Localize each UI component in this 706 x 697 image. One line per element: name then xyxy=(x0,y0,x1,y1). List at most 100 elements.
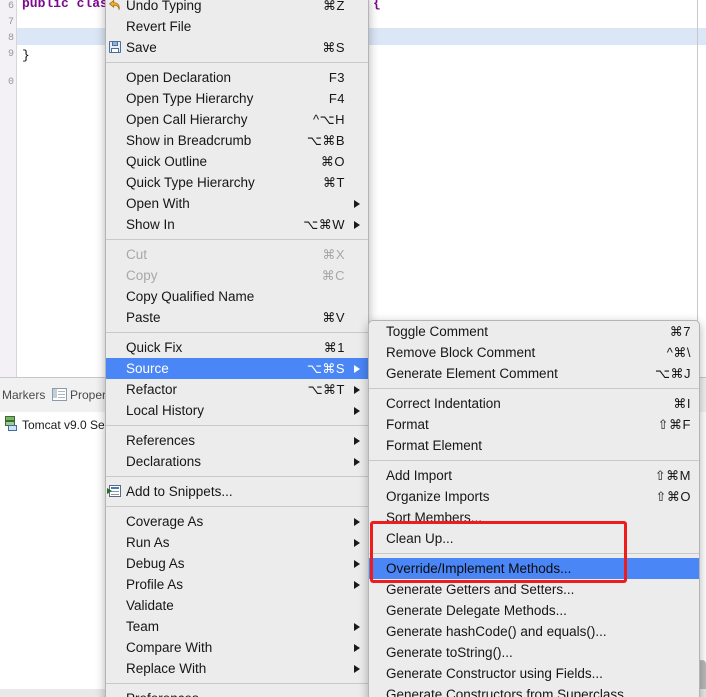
menu-item-label: Toggle Comment xyxy=(386,324,489,339)
chevron-right-icon xyxy=(354,385,360,394)
menu-item-label: Run As xyxy=(126,535,170,550)
menu-item-label: Correct Indentation xyxy=(386,396,501,411)
menu-separator xyxy=(106,239,368,240)
menu-item-copy[interactable]: Copy ⌘C xyxy=(106,265,368,286)
menu-item-label: Copy xyxy=(126,268,158,283)
menu-item-generate-hashcode-and-equals[interactable]: Generate hashCode() and equals()... xyxy=(369,621,699,642)
menu-item-shortcut: ⌘7 xyxy=(669,323,691,339)
menu-item-quick-fix[interactable]: Quick Fix ⌘1 xyxy=(106,337,368,358)
menu-item-shortcut: ⌥⌘W xyxy=(303,216,345,232)
menu-item-generate-constructor-using-fields[interactable]: Generate Constructor using Fields... xyxy=(369,663,699,684)
menu-item-profile-as[interactable]: Profile As xyxy=(106,574,368,595)
menu-item-copy-qualified-name[interactable]: Copy Qualified Name xyxy=(106,286,368,307)
menu-item-label: Format Element xyxy=(386,438,483,453)
server-entry-label[interactable]: Tomcat v9.0 Serv xyxy=(22,418,115,432)
line-number: 9 xyxy=(7,49,14,60)
line-number: 0 xyxy=(7,77,14,88)
menu-item-preferences[interactable]: Preferences... xyxy=(106,688,368,697)
menu-item-compare-with[interactable]: Compare With xyxy=(106,637,368,658)
menu-item-replace-with[interactable]: Replace With xyxy=(106,658,368,679)
menu-item-label: Generate toString()... xyxy=(386,645,513,660)
menu-item-revert-file[interactable]: Revert File xyxy=(106,16,368,37)
menu-item-generate-element-comment[interactable]: Generate Element Comment ⌥⌘J xyxy=(369,363,699,384)
menu-separator xyxy=(369,388,699,389)
menu-item-override-implement-methods[interactable]: Override/Implement Methods... xyxy=(369,558,699,579)
menu-item-label: Local History xyxy=(126,403,205,418)
menu-item-source[interactable]: Source ⌥⌘S xyxy=(106,358,368,379)
menu-item-generate-delegate-methods[interactable]: Generate Delegate Methods... xyxy=(369,600,699,621)
menu-item-shortcut: F4 xyxy=(328,91,345,106)
menu-item-team[interactable]: Team xyxy=(106,616,368,637)
menu-item-generate-constructors-from-superclass[interactable]: Generate Constructors from Superclass... xyxy=(369,684,699,697)
menu-item-generate-getters-and-setters[interactable]: Generate Getters and Setters... xyxy=(369,579,699,600)
menu-item-shortcut: ⌘S xyxy=(322,39,345,55)
menu-item-add-import[interactable]: Add Import ⇧⌘M xyxy=(369,465,699,486)
tab-properties[interactable]: Proper xyxy=(70,388,106,402)
chevron-right-icon xyxy=(354,436,360,445)
menu-item-open-declaration[interactable]: Open Declaration F3 xyxy=(106,67,368,88)
chevron-right-icon xyxy=(354,364,360,373)
tab-markers[interactable]: Markers xyxy=(2,388,45,402)
menu-item-label: Show in Breadcrumb xyxy=(126,133,252,148)
menu-item-shortcut: ⌘X xyxy=(322,246,345,262)
menu-separator xyxy=(106,476,368,477)
menu-item-undo-typing[interactable]: Undo Typing ⌘Z xyxy=(106,0,368,16)
source-submenu[interactable]: Toggle Comment ⌘7 Remove Block Comment ^⌘\ G… xyxy=(368,320,700,697)
server-icon xyxy=(4,416,18,431)
menu-item-label: References xyxy=(126,433,196,448)
menu-separator xyxy=(106,425,368,426)
menu-item-shortcut: ⇧⌘M xyxy=(654,467,691,483)
menu-item-declarations[interactable]: Declarations xyxy=(106,451,368,472)
menu-item-clean-up[interactable]: Clean Up... xyxy=(369,528,699,549)
menu-item-shortcut: ⌘1 xyxy=(323,339,345,355)
menu-item-coverage-as[interactable]: Coverage As xyxy=(106,511,368,532)
menu-item-label: Team xyxy=(126,619,160,634)
menu-item-references[interactable]: References xyxy=(106,430,368,451)
menu-item-save[interactable]: Save ⌘S xyxy=(106,37,368,58)
menu-item-sort-members[interactable]: Sort Members... xyxy=(369,507,699,528)
menu-item-label: Declarations xyxy=(126,454,202,469)
menu-item-toggle-comment[interactable]: Toggle Comment ⌘7 xyxy=(369,321,699,342)
menu-item-show-in[interactable]: Show In ⌥⌘W xyxy=(106,214,368,235)
menu-item-show-in-breadcrumb[interactable]: Show in Breadcrumb ⌥⌘B xyxy=(106,130,368,151)
menu-item-remove-block-comment[interactable]: Remove Block Comment ^⌘\ xyxy=(369,342,699,363)
menu-item-label: Quick Outline xyxy=(126,154,208,169)
menu-item-add-to-snippets[interactable]: Add to Snippets... xyxy=(106,481,368,502)
menu-item-format-element[interactable]: Format Element xyxy=(369,435,699,456)
menu-item-local-history[interactable]: Local History xyxy=(106,400,368,421)
screen-root: 6 7 8 9 0 public class ActionFilter exte… xyxy=(0,0,706,697)
menu-item-refactor[interactable]: Refactor ⌥⌘T xyxy=(106,379,368,400)
editor-context-menu[interactable]: Undo Typing ⌘Z Revert File Save ⌘S Open Decla… xyxy=(105,0,369,697)
menu-item-label: Open Declaration xyxy=(126,70,232,85)
menu-item-label: Generate Constructors from Superclass... xyxy=(386,687,636,697)
menu-item-generate-tostring[interactable]: Generate toString()... xyxy=(369,642,699,663)
menu-item-open-with[interactable]: Open With xyxy=(106,193,368,214)
menu-item-debug-as[interactable]: Debug As xyxy=(106,553,368,574)
menu-item-label: Refactor xyxy=(126,382,178,397)
menu-item-open-type-hierarchy[interactable]: Open Type Hierarchy F4 xyxy=(106,88,368,109)
menu-item-quick-type-hierarchy[interactable]: Quick Type Hierarchy ⌘T xyxy=(106,172,368,193)
menu-item-paste[interactable]: Paste ⌘V xyxy=(106,307,368,328)
chevron-right-icon xyxy=(354,664,360,673)
menu-separator xyxy=(369,460,699,461)
menu-item-label: Remove Block Comment xyxy=(386,345,536,360)
properties-icon xyxy=(52,388,67,401)
menu-item-label: Show In xyxy=(126,217,175,232)
editor-gutter: 6 7 8 9 0 xyxy=(0,0,17,378)
save-icon xyxy=(108,40,123,55)
menu-item-open-call-hierarchy[interactable]: Open Call Hierarchy ^⌥H xyxy=(106,109,368,130)
menu-item-label: Cut xyxy=(126,247,148,262)
chevron-right-icon xyxy=(354,199,360,208)
line-number: 8 xyxy=(7,33,14,44)
menu-item-label: Quick Type Hierarchy xyxy=(126,175,255,190)
menu-item-validate[interactable]: Validate xyxy=(106,595,368,616)
menu-item-quick-outline[interactable]: Quick Outline ⌘O xyxy=(106,151,368,172)
menu-item-label: Undo Typing xyxy=(126,0,202,13)
menu-item-correct-indentation[interactable]: Correct Indentation ⌘I xyxy=(369,393,699,414)
menu-item-format[interactable]: Format ⇧⌘F xyxy=(369,414,699,435)
menu-item-label: Save xyxy=(126,40,157,55)
menu-item-run-as[interactable]: Run As xyxy=(106,532,368,553)
menu-item-cut[interactable]: Cut ⌘X xyxy=(106,244,368,265)
menu-item-label: Profile As xyxy=(126,577,184,592)
menu-item-organize-imports[interactable]: Organize Imports ⇧⌘O xyxy=(369,486,699,507)
